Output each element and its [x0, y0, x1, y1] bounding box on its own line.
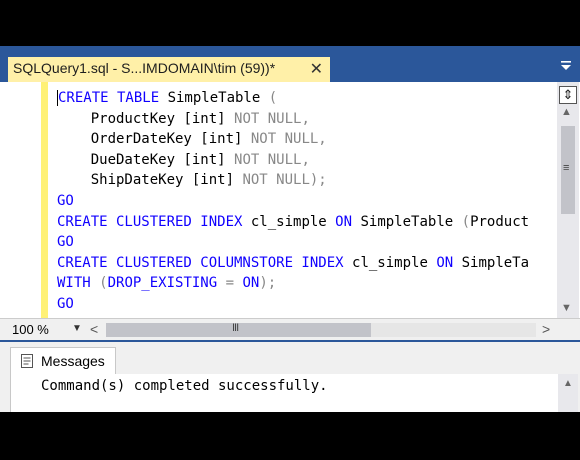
document-tab-bar: SQLQuery1.sql - S...IMDOMAIN\tim (59))* …	[0, 46, 580, 82]
sql-operator: NOT NULL,	[234, 110, 310, 127]
sql-identifier: [int]	[183, 110, 235, 127]
scroll-left-arrow-icon[interactable]: <	[90, 321, 98, 337]
code-line[interactable]: CREATE CLUSTERED COLUMNSTORE INDEX cl_si…	[57, 253, 529, 274]
scroll-grip-icon: III	[232, 322, 239, 334]
code-line[interactable]: GO	[57, 294, 529, 315]
sql-keyword: GO	[57, 192, 74, 209]
messages-tab-label: Messages	[41, 353, 105, 369]
scroll-grip-icon: ≡	[563, 162, 570, 174]
sql-operator: (	[99, 275, 108, 292]
horizontal-scroll-thumb[interactable]	[106, 323, 371, 337]
sql-keyword: DROP_EXISTING	[107, 275, 226, 292]
zoom-and-horizontal-scroll-bar: 100 % ▼ < III >	[0, 318, 580, 340]
editor-vertical-scrollbar[interactable]: ⇕ ▲ ≡ ▼	[557, 82, 579, 318]
tab-title: SQLQuery1.sql - S...IMDOMAIN\tim (59))*	[13, 60, 276, 76]
sql-operator: NOT NULL,	[234, 151, 310, 168]
sql-keyword: CREATE TABLE	[58, 90, 168, 106]
sql-identifier: cl_simple	[352, 254, 437, 271]
sql-keyword: GO	[57, 295, 74, 312]
sql-identifier: SimpleTable	[360, 213, 462, 230]
code-line[interactable]: OrderDateKey [int] NOT NULL,	[57, 129, 529, 150]
code-line[interactable]: GO	[57, 232, 529, 253]
splitter-icon[interactable]: ⇕	[559, 86, 577, 104]
sql-identifier: Product	[470, 213, 530, 230]
scroll-right-arrow-icon[interactable]: >	[542, 321, 550, 337]
sql-identifier: [int]	[200, 131, 251, 148]
query-document-tab[interactable]: SQLQuery1.sql - S...IMDOMAIN\tim (59))* …	[8, 57, 330, 82]
change-tracking-bar	[41, 82, 48, 318]
ssms-window: SQLQuery1.sql - S...IMDOMAIN\tim (59))* …	[0, 46, 580, 412]
code-line[interactable]: CREATE CLUSTERED INDEX cl_simple ON Simp…	[57, 212, 529, 233]
sql-keyword: CREATE CLUSTERED INDEX	[57, 213, 251, 230]
result-message: Command(s) completed successfully.	[41, 378, 328, 394]
sql-code[interactable]: CREATE TABLE SimpleTable ( ProductKey [i…	[57, 88, 529, 315]
code-line[interactable]: ProductKey [int] NOT NULL,	[57, 109, 529, 130]
editor-margin	[0, 82, 40, 318]
close-icon[interactable]: ✕	[310, 59, 323, 79]
messages-output: Command(s) completed successfully.	[10, 374, 558, 412]
code-line[interactable]: GO	[57, 191, 529, 212]
sql-operator: );	[259, 275, 277, 292]
sql-operator: (	[268, 90, 278, 106]
sql-keyword: ON	[335, 213, 361, 230]
sql-keyword: ON	[242, 275, 260, 292]
sql-identifier: [int]	[191, 172, 243, 189]
scroll-down-arrow-icon[interactable]: ▼	[561, 302, 572, 314]
zoom-dropdown-icon[interactable]: ▼	[72, 323, 82, 334]
tab-messages[interactable]: Messages	[10, 347, 116, 375]
sql-operator: (	[461, 213, 471, 230]
sql-operator: NOT NULL,	[250, 131, 327, 148]
results-vertical-scrollbar[interactable]: ▲	[558, 374, 578, 412]
code-line[interactable]: WITH (DROP_EXISTING = ON);	[57, 273, 529, 294]
sql-identifier: ProductKey	[57, 110, 184, 127]
sql-identifier: ShipDateKey	[57, 172, 192, 189]
code-line[interactable]: ShipDateKey [int] NOT NULL);	[57, 170, 529, 191]
zoom-level[interactable]: 100 %	[12, 322, 49, 337]
sql-identifier: OrderDateKey	[57, 131, 201, 148]
message-document-icon	[21, 354, 33, 368]
sql-keyword: WITH	[57, 275, 100, 292]
scroll-up-arrow-icon[interactable]: ▲	[561, 106, 572, 118]
sql-operator: NOT NULL);	[242, 172, 327, 189]
sql-keyword: GO	[57, 234, 74, 251]
code-line[interactable]: DueDateKey [int] NOT NULL,	[57, 150, 529, 171]
tab-dropdown-icon[interactable]	[560, 60, 572, 72]
query-editor[interactable]: CREATE TABLE SimpleTable ( ProductKey [i…	[0, 82, 580, 318]
sql-keyword: CREATE CLUSTERED COLUMNSTORE INDEX	[57, 254, 353, 271]
results-pane: Messages Command(s) completed successful…	[0, 342, 580, 412]
sql-identifier: SimpleTa	[461, 254, 530, 271]
sql-identifier: cl_simple	[250, 213, 336, 230]
sql-identifier: SimpleTable	[167, 90, 269, 106]
scroll-up-arrow-icon[interactable]: ▲	[563, 378, 573, 389]
sql-identifier: DueDateKey	[57, 151, 184, 168]
sql-identifier: [int]	[183, 151, 235, 168]
code-line[interactable]: CREATE TABLE SimpleTable (	[57, 88, 529, 109]
sql-operator: =	[225, 275, 243, 292]
sql-keyword: ON	[436, 254, 462, 271]
